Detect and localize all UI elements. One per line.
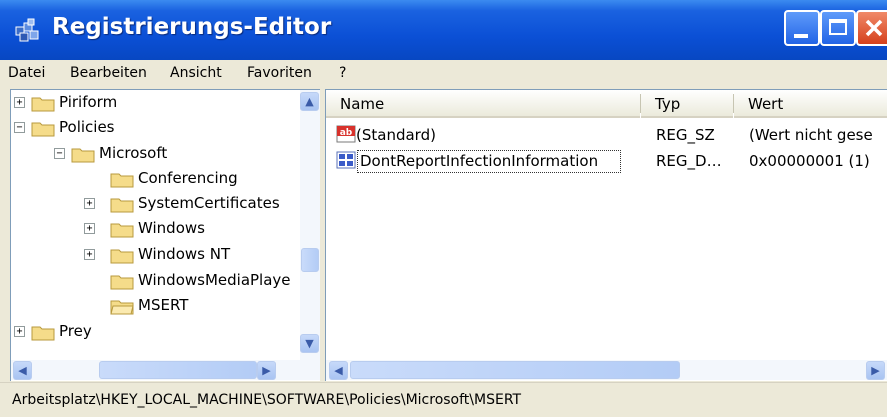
key-tree-pane[interactable]: + Piriform − Policies − Microsoft Confer… [10, 89, 320, 381]
folder-icon [110, 173, 134, 188]
expand-icon[interactable]: + [84, 223, 95, 234]
tree-horizontal-scrollbar[interactable]: ◀ ▶ [11, 360, 320, 380]
dword-value-icon [336, 151, 356, 169]
column-header-label: Typ [655, 95, 681, 113]
menu-favoriten[interactable]: Favoriten [247, 65, 312, 81]
list-horizontal-scrollbar[interactable]: ◀ ▶ [326, 360, 887, 380]
scroll-left-button[interactable]: ◀ [329, 361, 348, 380]
folder-open-icon [71, 148, 95, 163]
column-header-type[interactable]: Typ [641, 90, 733, 118]
close-button[interactable] [856, 10, 887, 46]
registry-editor-window: Registrierungs-Editor Datei Bearbeiten A… [0, 0, 887, 417]
chevron-up-icon: ▲ [305, 95, 314, 108]
status-bar: Arbeitsplatz\HKEY_LOCAL_MACHINE\SOFTWARE… [0, 382, 887, 417]
tree-label: Policies [59, 118, 115, 136]
chevron-left-icon: ◀ [334, 364, 343, 377]
registry-editor-icon [15, 18, 39, 42]
value-row[interactable]: DontReportInfectionInformation REG_D… 0x… [326, 149, 887, 173]
tree-vertical-scrollbar[interactable]: ▲ ▼ [300, 90, 320, 360]
column-header-label: Name [340, 95, 385, 113]
chevron-right-icon: ▶ [871, 364, 880, 377]
scroll-right-button[interactable]: ▶ [257, 361, 276, 380]
tree-label: Windows [138, 219, 205, 237]
tree-label: Prey [59, 322, 92, 340]
folder-open-icon [31, 122, 55, 137]
menu-ansicht[interactable]: Ansicht [170, 65, 222, 81]
expand-icon[interactable]: + [84, 198, 95, 209]
collapse-icon[interactable]: − [14, 122, 25, 133]
value-type: REG_SZ [656, 126, 715, 144]
scroll-left-button[interactable]: ◀ [13, 361, 32, 380]
tree-item-windows[interactable]: + Windows [11, 218, 299, 240]
tree-label: Windows NT [138, 245, 231, 263]
expand-icon[interactable]: + [14, 326, 25, 337]
tree-label: SystemCertificates [138, 194, 280, 212]
column-header-value[interactable]: Wert [734, 90, 887, 118]
scroll-up-button[interactable]: ▲ [300, 92, 319, 111]
tree-item-windows-nt[interactable]: + Windows NT [11, 244, 299, 266]
values-list-pane[interactable]: Name Typ Wert ab (Standard) REG_SZ (Wert… [325, 89, 887, 381]
column-header-name[interactable]: Name [326, 90, 640, 118]
tree-item-policies[interactable]: − Policies [11, 117, 299, 139]
folder-icon [110, 275, 134, 290]
tree-item-msert[interactable]: MSERT [11, 295, 299, 317]
maximize-icon [829, 19, 847, 35]
tree-item-prey[interactable]: + Prey [11, 321, 299, 343]
scroll-right-button[interactable]: ▶ [866, 361, 885, 380]
folder-icon [31, 97, 55, 112]
menu-bearbeiten[interactable]: Bearbeiten [70, 65, 147, 81]
tree-vertical-scroll-thumb[interactable] [301, 248, 319, 272]
menu-bar: Datei Bearbeiten Ansicht Favoriten ? [0, 60, 887, 88]
tree-item-windowsmediaplayer[interactable]: WindowsMediaPlaye [11, 270, 299, 292]
value-type: REG_D… [656, 152, 722, 170]
folder-icon [110, 223, 134, 238]
tree-horizontal-scroll-thumb[interactable] [99, 361, 257, 379]
tree-item-conferencing[interactable]: Conferencing [11, 168, 299, 190]
folder-icon [110, 198, 134, 213]
value-row[interactable]: ab (Standard) REG_SZ (Wert nicht gese [326, 123, 887, 147]
menu-datei[interactable]: Datei [8, 65, 45, 81]
minimize-icon [794, 34, 808, 38]
string-value-icon: ab [336, 125, 356, 143]
minimize-button[interactable] [784, 10, 820, 46]
tree-item-microsoft[interactable]: − Microsoft [11, 143, 299, 165]
tree-label: Piriform [59, 93, 118, 111]
svg-text:ab: ab [340, 128, 353, 138]
chevron-left-icon: ◀ [18, 364, 27, 377]
tree-label: Microsoft [99, 144, 168, 162]
close-icon [865, 19, 883, 37]
chevron-right-icon: ▶ [262, 364, 271, 377]
expand-icon[interactable]: + [14, 97, 25, 108]
value-data: (Wert nicht gese [749, 126, 873, 144]
menu-help[interactable]: ? [339, 65, 346, 81]
column-header-label: Wert [748, 95, 784, 113]
window-title: Registrierungs-Editor [52, 14, 332, 40]
collapse-icon[interactable]: − [54, 148, 65, 159]
value-name: DontReportInfectionInformation [360, 152, 599, 170]
expand-icon[interactable]: + [84, 249, 95, 260]
scroll-down-button[interactable]: ▼ [300, 334, 319, 353]
tree-item-piriform[interactable]: + Piriform [11, 92, 299, 114]
folder-icon [110, 249, 134, 264]
tree-label: MSERT [138, 296, 189, 314]
tree-item-systemcertificates[interactable]: + SystemCertificates [11, 193, 299, 215]
folder-icon [31, 326, 55, 341]
value-data: 0x00000001 (1) [749, 152, 870, 170]
title-bar[interactable]: Registrierungs-Editor [0, 0, 887, 60]
chevron-down-icon: ▼ [305, 337, 314, 350]
status-path: Arbeitsplatz\HKEY_LOCAL_MACHINE\SOFTWARE… [12, 392, 522, 408]
maximize-button[interactable] [820, 10, 856, 46]
tree-label: Conferencing [138, 169, 238, 187]
folder-open-icon [110, 300, 134, 315]
list-horizontal-scroll-thumb[interactable] [350, 361, 680, 379]
tree-label: WindowsMediaPlaye [138, 271, 291, 289]
value-name: (Standard) [356, 126, 436, 144]
